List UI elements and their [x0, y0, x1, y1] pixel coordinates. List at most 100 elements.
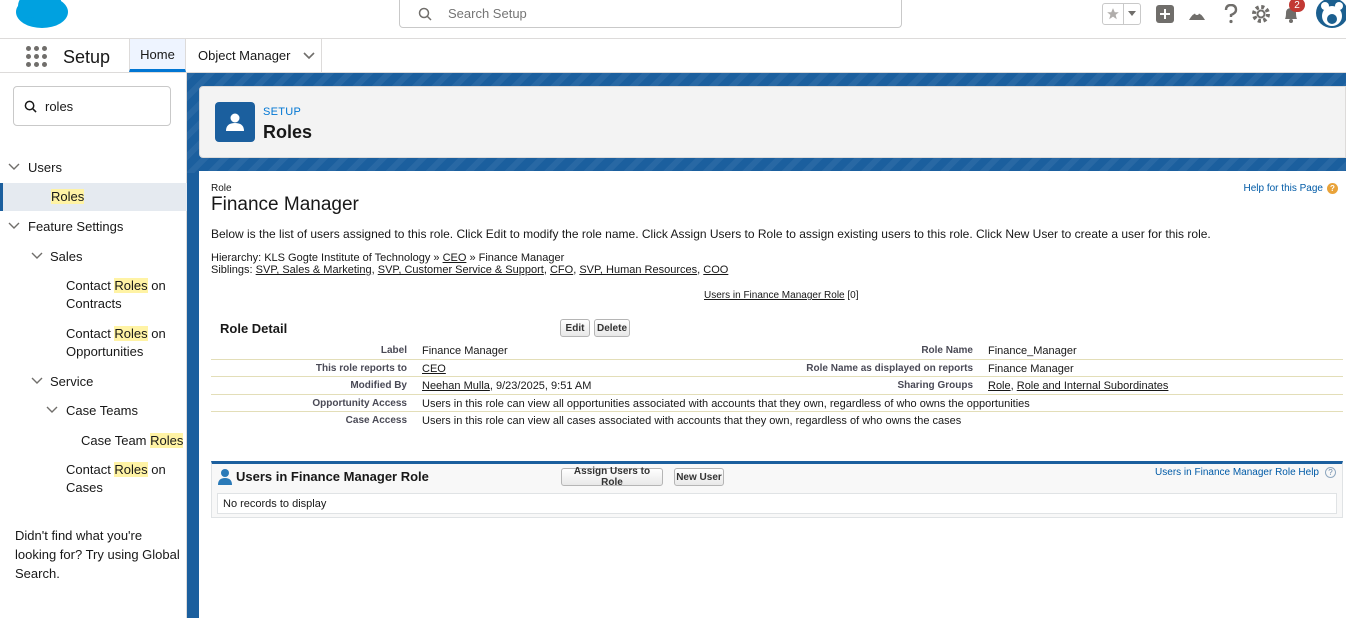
quick-find-input[interactable] [45, 98, 155, 114]
help-icon: ? [1327, 183, 1338, 194]
setup-search-box[interactable] [399, 0, 902, 28]
help-icon[interactable] [1221, 4, 1241, 24]
new-user-button[interactable]: New User [674, 468, 724, 486]
hierarchy-parent-link[interactable]: CEO [443, 252, 467, 264]
field-label: Case Access [345, 415, 407, 427]
tree-item-feature-settings[interactable]: Feature Settings [8, 218, 123, 236]
tree-item-users[interactable]: Users [8, 159, 62, 177]
tree-item-contact-roles-cases[interactable]: Contact Roles on Cases [66, 461, 176, 497]
search-icon [24, 100, 37, 113]
gear-icon[interactable] [1251, 4, 1271, 24]
hierarchy-block: Hierarchy: KLS Gogte Institute of Techno… [211, 252, 728, 276]
setup-search-input[interactable] [448, 6, 848, 21]
star-icon[interactable] [1103, 4, 1125, 24]
field-value: Users in this role can view all opportun… [422, 397, 1030, 410]
label-part: Opportunities [66, 344, 144, 359]
role-detail-title: Role Detail [220, 321, 288, 336]
salesforce-logo[interactable] [16, 0, 68, 30]
tree-item-feature-settings-label: Feature Settings [28, 219, 124, 234]
detail-row: This role reports to CEO Role Name as di… [211, 360, 1343, 378]
sharing-group-link[interactable]: Role and Internal Subordinates [1017, 380, 1169, 392]
modified-by-user-link[interactable]: Neehan Mulla [422, 380, 490, 392]
chevron-down-icon[interactable] [31, 377, 43, 385]
sibling-link[interactable]: SVP, Customer Service & Support [378, 264, 544, 276]
plus-icon[interactable] [1155, 4, 1175, 24]
app-launcher-icon[interactable] [26, 46, 48, 68]
users-related-list: Users in Finance Manager Role Assign Use… [211, 461, 1343, 518]
label-part: Contact [66, 462, 115, 477]
chevron-down-icon[interactable] [8, 222, 20, 230]
tree-item-sales[interactable]: Sales [31, 248, 83, 266]
detail-row: Modified By Neehan Mulla, 9/23/2025, 9:5… [211, 377, 1343, 395]
page-title: Roles [263, 122, 313, 142]
label-part: Case Team [81, 433, 151, 448]
tree-item-contact-roles-opportunities[interactable]: Contact Roles on Opportunities [66, 325, 176, 361]
hierarchy-current: Finance Manager [478, 252, 565, 264]
chevron-down-icon[interactable] [8, 163, 20, 171]
global-header: 2 [0, 0, 1346, 38]
field-value: CEO [422, 363, 446, 375]
label-part: on [147, 278, 166, 293]
delete-button[interactable]: Delete [594, 319, 630, 337]
tree-item-case-teams[interactable]: Case Teams [46, 402, 138, 420]
hierarchy-separator: » [430, 252, 443, 264]
page-eyebrow: SETUP [263, 106, 302, 118]
quick-find-box[interactable] [13, 86, 171, 126]
label-part: Contact [66, 326, 115, 341]
reports-to-link[interactable]: CEO [422, 363, 446, 375]
search-icon [418, 7, 432, 21]
tab-home[interactable]: Home [129, 39, 186, 72]
trailhead-icon[interactable] [1187, 4, 1207, 24]
field-label: Label [380, 345, 407, 356]
context-nav: Setup Home Object Manager [0, 38, 1346, 73]
hierarchy-label: Hierarchy: [211, 252, 262, 264]
sidebar-help-text: Didn't find what you're looking for? Try… [15, 528, 180, 581]
tree-item-case-teams-label: Case Teams [66, 403, 139, 418]
field-value: Neehan Mulla, 9/23/2025, 9:51 AM [422, 380, 591, 392]
users-in-role-link[interactable]: Users in Finance Manager Role [704, 290, 845, 301]
field-value: Users in this role can view all cases as… [422, 415, 962, 428]
field-value: Role, Role and Internal Subordinates [988, 380, 1168, 392]
edit-button[interactable]: Edit [560, 319, 590, 337]
sibling-link[interactable]: SVP, Human Resources [579, 264, 697, 276]
chevron-down-icon[interactable] [31, 252, 43, 260]
tab-home-label: Home [140, 46, 175, 62]
tree-item-roles-text[interactable]: Roles [51, 188, 85, 206]
assign-users-button[interactable]: Assign Users to Role [561, 466, 663, 488]
role-content: Help for this Page ? Role Finance Manage… [199, 171, 1346, 618]
label-part: Contact [66, 278, 115, 293]
label-part: on [147, 462, 166, 477]
sibling-link[interactable]: SVP, Sales & Marketing [256, 264, 372, 276]
help-for-page-link[interactable]: Help for this Page ? [1243, 183, 1338, 194]
field-label: Role Name as displayed on reports [806, 362, 973, 374]
help-for-page-label: Help for this Page [1243, 183, 1324, 194]
field-label: Modified By [350, 380, 407, 392]
chevron-down-icon[interactable] [302, 51, 315, 60]
page-header: SETUP Roles [199, 86, 1346, 158]
chevron-down-icon[interactable] [1124, 4, 1140, 24]
users-in-role-anchor: Users in Finance Manager Role [0] [704, 290, 859, 301]
detail-row: Case Access Users in this role can view … [211, 412, 1343, 430]
tree-item-service[interactable]: Service [31, 373, 93, 391]
sibling-link[interactable]: CFO [550, 264, 573, 276]
siblings-line: Siblings: SVP, Sales & Marketing, SVP, C… [211, 264, 729, 276]
setup-sidebar: Users Roles Feature Settings Sales Conta… [0, 73, 187, 618]
field-label: This role reports to [315, 362, 407, 374]
tree-item-roles-label: Roles [51, 189, 85, 204]
field-value: Finance Manager [988, 362, 1074, 375]
related-help-link[interactable]: Users in Finance Manager Role Help ? [1155, 467, 1336, 478]
favorites-group[interactable] [1102, 3, 1141, 25]
siblings-label: Siblings: [211, 264, 253, 276]
help-icon: ? [1325, 467, 1336, 478]
record-type-label: Role [211, 183, 232, 194]
chevron-down-icon[interactable] [46, 406, 58, 414]
tab-object-manager[interactable]: Object Manager [186, 39, 322, 72]
sharing-group-link[interactable]: Role [988, 380, 1011, 392]
label-part: Contracts [66, 296, 122, 311]
tree-item-roles[interactable] [0, 183, 187, 211]
modified-date: , 9/23/2025, 9:51 AM [489, 380, 592, 393]
tree-item-case-team-roles[interactable]: Case Team Roles [81, 432, 184, 450]
sibling-link[interactable]: COO [703, 264, 728, 276]
tree-item-contact-roles-contracts[interactable]: Contact Roles on Contracts [66, 277, 176, 313]
avatar[interactable] [1316, 0, 1346, 28]
